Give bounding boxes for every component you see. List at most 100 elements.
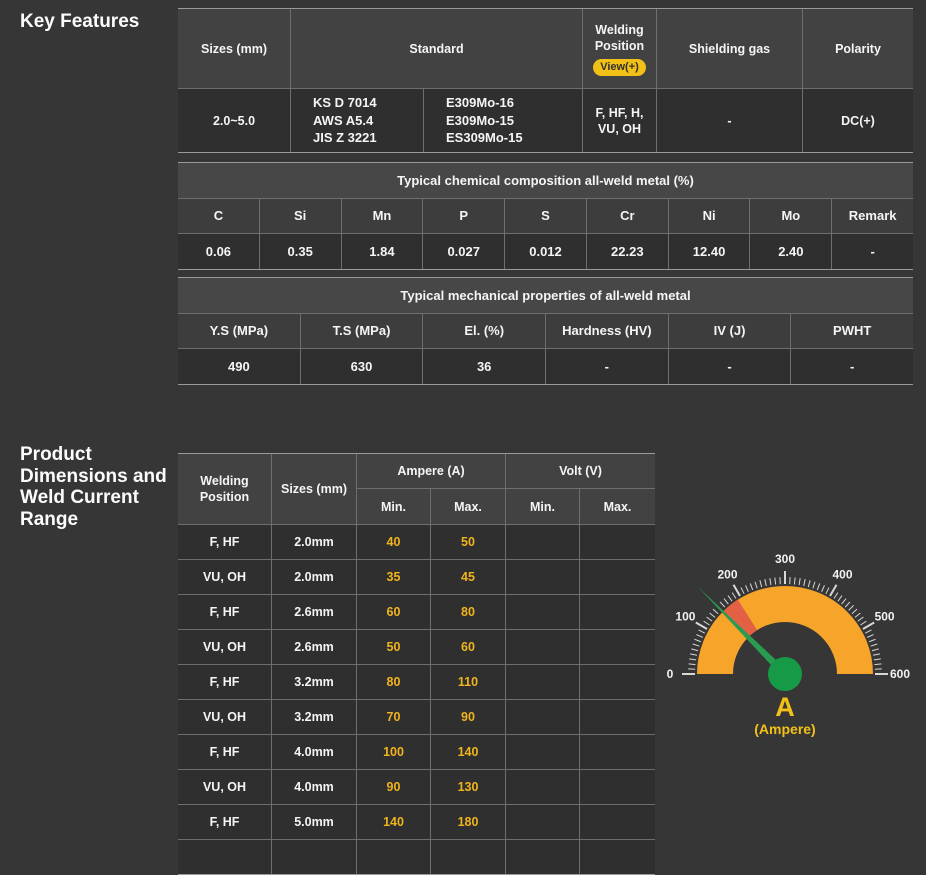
row-size: 4.0mm [272,735,357,769]
row-size: 2.6mm [272,630,357,664]
current-table-row: VU, OH 2.6mm 50 60 [178,629,655,664]
current-header-welding-position: Welding Position [178,454,272,524]
chem-value: 12.40 [669,234,751,269]
chem-value: 0.06 [178,234,260,269]
row-position: F, HF [178,525,272,559]
row-amp-max: 110 [431,665,506,699]
row-amp-min: 90 [357,770,431,804]
gauge-dial: 0100200300400500600 [650,542,920,702]
spec-header-standard: Standard [291,9,583,88]
row-amp-min: 100 [357,735,431,769]
chem-col: Cr [587,199,669,233]
chemical-table-title: Typical chemical composition all-weld me… [178,163,913,198]
row-position: VU, OH [178,770,272,804]
row-amp-min: 60 [357,595,431,629]
row-volt-max [580,770,655,804]
mech-value: - [791,349,913,384]
row-volt-min [506,735,580,769]
svg-text:100: 100 [675,610,695,624]
row-amp-max: 90 [431,700,506,734]
mech-col: T.S (MPa) [301,314,424,348]
row-volt-min [506,665,580,699]
row-amp-max: 60 [431,630,506,664]
spec-welding-position-value: F, HF, H, VU, OH [583,89,657,152]
row-size: 3.2mm [272,665,357,699]
current-range-table: Welding Position Sizes (mm) Ampere (A) V… [178,453,655,875]
spec-sizes-value: 2.0~5.0 [178,89,291,152]
chemical-value-row: 0.06 0.35 1.84 0.027 0.012 22.23 12.40 2… [178,233,913,269]
svg-text:500: 500 [875,610,895,624]
row-position: F, HF [178,805,272,839]
spec-header-welding-position: Welding Position View(+) [583,9,657,88]
row-size: 2.0mm [272,525,357,559]
chem-value: - [832,234,913,269]
mech-value: - [669,349,792,384]
row-position: F, HF [178,735,272,769]
row-volt-min [506,805,580,839]
spec-header-row: Sizes (mm) Standard Welding Position Vie… [178,9,913,89]
standard-grade: E309Mo-16 [446,94,514,112]
row-volt-min [506,595,580,629]
page: { "palette": { "page_bg": "#363636", "he… [0,0,926,856]
row-volt-min [506,630,580,664]
view-toggle-badge[interactable]: View(+) [593,59,646,76]
chem-value: 0.012 [505,234,587,269]
current-table-row: VU, OH 3.2mm 70 90 [178,699,655,734]
svg-text:600: 600 [890,667,910,681]
chem-col: S [505,199,587,233]
row-amp-min: 140 [357,805,431,839]
gauge-unit-label: A [650,692,920,723]
section-title-product-dimensions: Product Dimensions and Weld Current Rang… [20,444,172,530]
standard-grade: E309Mo-15 [446,112,514,130]
chem-value: 0.027 [423,234,505,269]
current-header-amp-max: Max. [431,489,506,524]
row-position [178,840,272,874]
row-volt-max [580,560,655,594]
chem-col: C [178,199,260,233]
spec-header-welding-position-label: Welding Position [589,22,650,54]
row-position: VU, OH [178,700,272,734]
current-header-sizes: Sizes (mm) [272,454,357,524]
row-volt-min [506,700,580,734]
chem-value: 1.84 [342,234,424,269]
row-size: 2.0mm [272,560,357,594]
current-table-row: F, HF 3.2mm 80 110 [178,664,655,699]
current-table-row: F, HF 2.0mm 40 50 [178,524,655,559]
current-header-volt-min: Min. [506,489,580,524]
chemical-header-row: C Si Mn P S Cr Ni Mo Remark [178,198,913,233]
row-volt-min [506,840,580,874]
row-amp-min: 80 [357,665,431,699]
row-volt-min [506,560,580,594]
standard-code: KS D 7014 [313,94,377,112]
row-size [272,840,357,874]
mech-col: Hardness (HV) [546,314,669,348]
current-header-volt: Volt (V) [506,454,655,488]
row-volt-max [580,595,655,629]
row-amp-min [357,840,431,874]
row-volt-max [580,630,655,664]
current-table-row-partial [178,839,655,874]
mech-col: Y.S (MPa) [178,314,301,348]
chem-value: 22.23 [587,234,669,269]
row-size: 4.0mm [272,770,357,804]
row-position: VU, OH [178,630,272,664]
row-volt-max [580,840,655,874]
mech-value: 490 [178,349,301,384]
mech-col: IV (J) [669,314,792,348]
current-table-header: Welding Position Sizes (mm) Ampere (A) V… [178,454,655,524]
row-position: VU, OH [178,560,272,594]
row-size: 3.2mm [272,700,357,734]
row-amp-min: 40 [357,525,431,559]
current-table-row: F, HF 2.6mm 60 80 [178,594,655,629]
section-title-key-features: Key Features [20,11,139,33]
spec-data-row: 2.0~5.0 KS D 7014 AWS A5.4 JIS Z 3221 E3… [178,89,913,152]
current-table-row: VU, OH 4.0mm 90 130 [178,769,655,804]
row-position: F, HF [178,665,272,699]
row-volt-min [506,525,580,559]
current-table-row: F, HF 4.0mm 100 140 [178,734,655,769]
chem-value: 2.40 [750,234,832,269]
svg-text:300: 300 [775,552,795,566]
mechanical-table-title: Typical mechanical properties of all-wel… [178,278,913,313]
row-size: 2.6mm [272,595,357,629]
row-amp-max: 80 [431,595,506,629]
